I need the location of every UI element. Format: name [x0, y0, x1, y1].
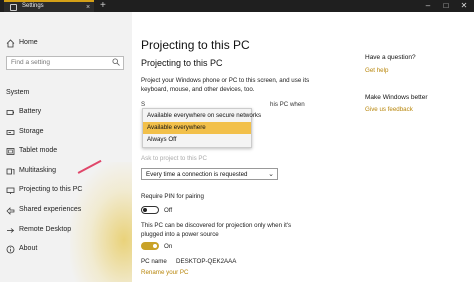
projecting-icon: [6, 186, 15, 195]
sidebar-item-label: Battery: [19, 108, 42, 115]
sidebar-item-multitasking[interactable]: Multitasking: [0, 165, 132, 179]
sidebar-item-label: Shared experiences: [19, 206, 82, 213]
pc-name-value: DESKTOP-QEK2AAA: [176, 258, 237, 265]
sidebar: Home Find a setting System Battery Stora…: [0, 12, 132, 282]
partial-setting-text-right: his PC when: [270, 101, 305, 108]
availability-dropdown-menu: Available everywhere on secure networks …: [142, 108, 261, 148]
sidebar-item-about[interactable]: About: [0, 243, 132, 257]
partial-setting-text-left: S: [141, 101, 146, 108]
page-title: Projecting to this PC: [141, 38, 250, 52]
chevron-down-icon: ⌄: [268, 171, 274, 178]
sidebar-item-label: Remote Desktop: [19, 226, 72, 233]
sidebar-item-label: About: [19, 245, 38, 252]
tab-close-icon[interactable]: ×: [86, 3, 90, 12]
settings-app-icon: [10, 4, 17, 11]
search-input[interactable]: Find a setting: [6, 56, 124, 70]
sidebar-item-shared-experiences[interactable]: Shared experiences: [0, 204, 132, 218]
rename-pc-link[interactable]: Rename your PC: [141, 269, 188, 276]
storage-icon: [6, 128, 15, 137]
maximize-icon[interactable]: □: [438, 0, 454, 12]
power-source-state: On: [164, 243, 173, 250]
title-bar: Settings × + – □ ✕: [0, 0, 474, 12]
search-icon: [112, 58, 120, 69]
ask-to-project-dropdown[interactable]: Every time a connection is requested ⌄: [141, 168, 278, 180]
minimize-icon[interactable]: –: [420, 0, 436, 12]
feedback-link[interactable]: Give us feedback: [365, 106, 413, 113]
sidebar-section-title: System: [6, 89, 30, 96]
option-always-off[interactable]: Always Off: [143, 134, 251, 146]
sidebar-item-label: Multitasking: [19, 167, 56, 174]
about-icon: [6, 245, 15, 254]
sidebar-item-battery[interactable]: Battery: [0, 106, 132, 120]
close-window-icon[interactable]: ✕: [456, 0, 472, 12]
browser-tab-settings[interactable]: Settings ×: [4, 0, 94, 12]
main-content: Projecting to this PC Projecting to this…: [132, 12, 474, 282]
sidebar-item-home[interactable]: Home: [0, 37, 132, 51]
require-pin-label: Require PIN for pairing: [141, 193, 204, 200]
toggle-knob: [153, 244, 157, 248]
require-pin-toggle[interactable]: [141, 206, 159, 214]
sidebar-item-label: Projecting to this PC: [19, 186, 83, 193]
option-secure-networks[interactable]: Available everywhere on secure networks: [143, 110, 261, 122]
tablet-mode-icon: [6, 147, 15, 156]
tab-title: Settings: [22, 3, 44, 9]
sidebar-home-label: Home: [19, 39, 38, 46]
sidebar-item-remote-desktop[interactable]: Remote Desktop: [0, 224, 132, 238]
description-text: Project your Windows phone or PC to this…: [141, 77, 310, 93]
multitasking-icon: [6, 167, 15, 176]
battery-icon: [6, 108, 15, 117]
toggle-knob: [143, 208, 147, 212]
search-placeholder: Find a setting: [11, 59, 51, 66]
sidebar-item-tablet-mode[interactable]: Tablet mode: [0, 145, 132, 159]
require-pin-state: Off: [164, 207, 173, 214]
section-heading: Projecting to this PC: [141, 58, 223, 68]
ask-to-project-label: Ask to project to this PC: [141, 155, 208, 162]
improve-heading: Make Windows better: [365, 94, 428, 101]
sidebar-item-projecting[interactable]: Projecting to this PC: [0, 184, 132, 198]
sidebar-item-label: Tablet mode: [19, 147, 58, 154]
get-help-link[interactable]: Get help: [365, 67, 388, 74]
pc-name-label: PC name: [141, 258, 167, 265]
remote-desktop-icon: [6, 226, 15, 235]
sidebar-item-label: Storage: [19, 128, 44, 135]
sidebar-item-storage[interactable]: Storage: [0, 126, 132, 140]
power-source-toggle[interactable]: [141, 242, 159, 250]
shared-experiences-icon: [6, 206, 15, 215]
power-source-text: This PC can be discovered for projection…: [141, 222, 292, 238]
new-tab-icon[interactable]: +: [100, 0, 106, 11]
dropdown-value: Every time a connection is requested: [146, 171, 248, 178]
sidebar-accent-glow: [70, 162, 132, 282]
question-heading: Have a question?: [365, 54, 416, 61]
option-available-everywhere[interactable]: Available everywhere: [143, 122, 251, 134]
home-icon: [6, 39, 15, 48]
